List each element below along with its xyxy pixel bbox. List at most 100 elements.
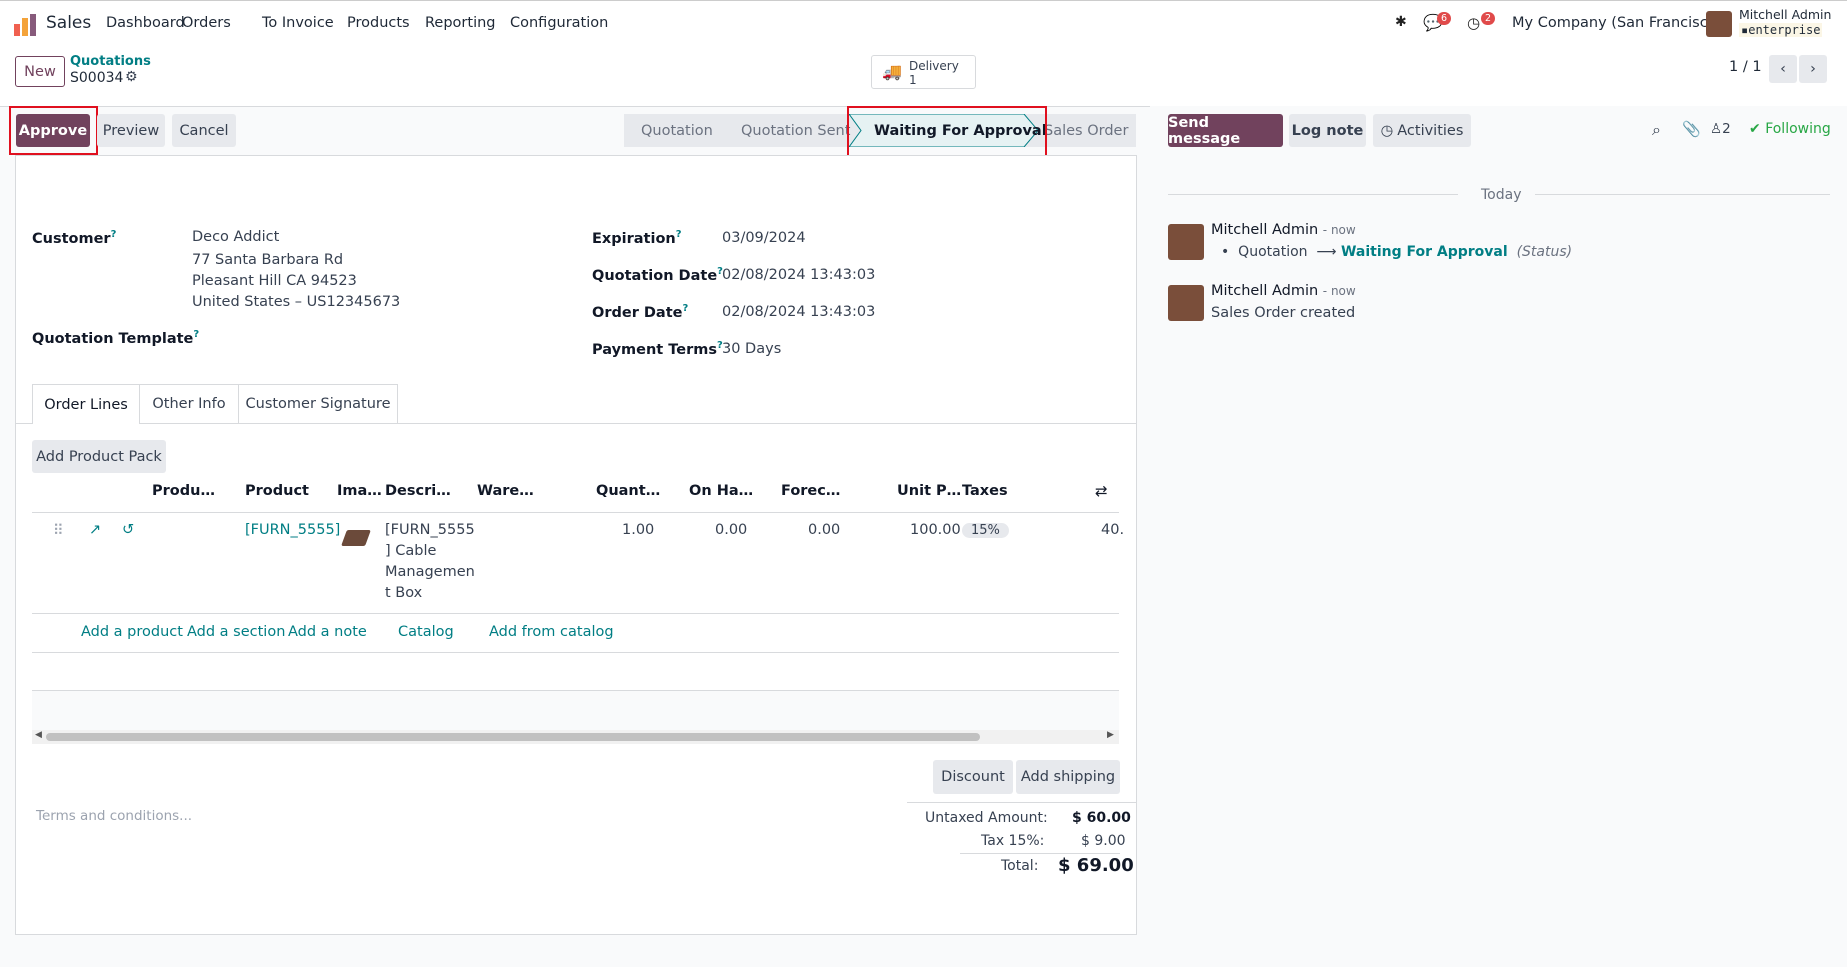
payment-terms-field[interactable]: 30 Days	[722, 341, 781, 357]
quotation-date-label: Quotation Date?	[592, 266, 723, 284]
delivery-smart-button[interactable]: 🚚 Delivery 1	[871, 55, 976, 89]
user-icon: ♙	[1710, 121, 1723, 137]
tab-customer-signature[interactable]: Customer Signature	[238, 384, 398, 423]
add-note-link[interactable]: Add a note	[288, 624, 367, 640]
log-note-button[interactable]: Log note	[1289, 114, 1366, 147]
tab-other-info[interactable]: Other Info	[139, 384, 239, 423]
col-taxes[interactable]: Taxes	[962, 483, 1008, 499]
expiration-field[interactable]: 03/09/2024	[722, 230, 806, 246]
new-button[interactable]: New	[15, 56, 65, 87]
order-date-field[interactable]: 02/08/2024 13:43:03	[722, 304, 875, 320]
user-avatar[interactable]	[1706, 11, 1732, 37]
col-unit-price[interactable]: Unit P…	[897, 483, 961, 499]
col-forecast[interactable]: Forec…	[781, 483, 840, 499]
sales-app-icon[interactable]	[14, 14, 36, 36]
tab-order-lines[interactable]: Order Lines	[32, 384, 140, 424]
app-name[interactable]: Sales	[46, 13, 91, 33]
menu-dashboard[interactable]: Dashboard	[106, 15, 185, 31]
catalog-link[interactable]: Catalog	[398, 624, 454, 640]
message-author-2[interactable]: Mitchell Admin - now	[1211, 283, 1356, 299]
date-line-right	[1535, 194, 1830, 195]
breadcrumb-quotations[interactable]: Quotations	[70, 54, 151, 69]
stage-sales-order[interactable]: Sales Order	[1044, 114, 1128, 147]
row-subtotal: 40.	[1101, 522, 1125, 538]
customer-name[interactable]: Deco Addict	[192, 229, 279, 245]
pager-next[interactable]: ›	[1799, 55, 1827, 83]
row-divider	[32, 613, 1119, 614]
row-description-4[interactable]: t Box	[385, 585, 422, 601]
scroll-left-icon[interactable]: ◀	[35, 730, 42, 740]
drag-handle-icon[interactable]: ⠿	[53, 523, 64, 539]
row-description-2[interactable]: ] Cable	[385, 543, 436, 559]
message-avatar[interactable]	[1168, 224, 1204, 260]
highlight-status	[847, 106, 1047, 161]
discount-button[interactable]: Discount	[933, 760, 1013, 794]
db-name: ▪enterprise	[1739, 23, 1823, 37]
bug-icon[interactable]: ✱	[1395, 14, 1407, 30]
menu-orders[interactable]: Orders	[182, 15, 231, 31]
col-on-hand[interactable]: On Ha…	[689, 483, 753, 499]
following-button[interactable]: ✔ Following	[1749, 121, 1831, 137]
add-product-link[interactable]: Add a product	[81, 624, 183, 640]
message-avatar-2[interactable]	[1168, 285, 1204, 321]
pager-value[interactable]: 1 / 1	[1729, 59, 1762, 75]
quotation-date-field[interactable]: 02/08/2024 13:43:03	[722, 267, 875, 283]
row-product[interactable]: [FURN_5555]	[245, 522, 340, 538]
col-product[interactable]: Product	[245, 483, 309, 499]
col-product-template[interactable]: Produ…	[152, 483, 215, 499]
col-warehouse[interactable]: Ware…	[477, 483, 534, 499]
date-separator: Today	[1481, 187, 1522, 203]
message-author[interactable]: Mitchell Admin - now	[1211, 222, 1356, 238]
col-image[interactable]: Ima…	[337, 483, 382, 499]
menu-reporting[interactable]: Reporting	[425, 15, 496, 31]
history-icon[interactable]: ↺	[122, 522, 134, 538]
scroll-right-icon[interactable]: ▶	[1107, 730, 1114, 740]
menu-configuration[interactable]: Configuration	[510, 15, 608, 31]
breadcrumb-current: S00034	[70, 70, 124, 86]
row-description-1[interactable]: [FURN_5555	[385, 522, 475, 538]
search-icon[interactable]: ⌕	[1652, 120, 1661, 140]
preview-button[interactable]: Preview	[97, 114, 165, 147]
add-section-link[interactable]: Add a section	[187, 624, 285, 640]
clock-icon[interactable]: ◷	[1467, 14, 1480, 32]
menu-to-invoice[interactable]: To Invoice	[262, 15, 334, 31]
scrollbar-thumb[interactable]	[46, 733, 980, 741]
external-link-icon[interactable]: ↗	[89, 522, 101, 538]
stage-quotation-sent[interactable]: Quotation Sent	[741, 114, 850, 147]
customer-address-2: Pleasant Hill CA 94523	[192, 273, 357, 289]
row-description-3[interactable]: Managemen	[385, 564, 475, 580]
date-line-left	[1168, 194, 1458, 195]
optional-columns-icon[interactable]: ⇄	[1095, 482, 1108, 500]
row-on-hand: 0.00	[715, 522, 748, 538]
cancel-button[interactable]: Cancel	[172, 114, 236, 147]
add-shipping-button[interactable]: Add shipping	[1016, 760, 1120, 794]
row-unit-price[interactable]: 100.00	[910, 522, 961, 538]
col-description[interactable]: Descri…	[385, 483, 451, 499]
row-tax-badge[interactable]: 15%	[962, 523, 1009, 538]
horizontal-scrollbar[interactable]: ◀ ▶	[32, 730, 1119, 744]
pager-previous[interactable]: ‹	[1769, 55, 1797, 83]
stage-quotation[interactable]: Quotation	[641, 114, 713, 147]
col-quantity[interactable]: Quant…	[596, 483, 660, 499]
total-label: Total:	[1001, 858, 1039, 874]
truck-icon: 🚚	[882, 62, 902, 81]
add-product-pack-button[interactable]: Add Product Pack	[32, 440, 166, 473]
user-name[interactable]: Mitchell Admin	[1739, 7, 1831, 22]
untaxed-value: $ 60.00	[1072, 810, 1131, 826]
menu-products[interactable]: Products	[347, 15, 410, 31]
table-footer	[32, 690, 1119, 730]
links-divider	[32, 652, 1119, 653]
terms-input[interactable]: Terms and conditions...	[36, 808, 192, 824]
gear-icon[interactable]: ⚙	[125, 69, 138, 85]
totals-divider	[907, 802, 1136, 803]
followers-button[interactable]: ♙2	[1710, 121, 1731, 137]
send-message-button[interactable]: Send message	[1168, 114, 1283, 147]
add-from-catalog-link[interactable]: Add from catalog	[489, 624, 614, 640]
row-quantity[interactable]: 1.00	[622, 522, 654, 538]
activities-label: Activities	[1397, 122, 1464, 139]
company-switcher[interactable]: My Company (San Francisco)	[1512, 15, 1722, 31]
activities-button[interactable]: ◷ Activities	[1373, 114, 1471, 147]
customer-address-1: 77 Santa Barbara Rd	[192, 252, 344, 268]
paperclip-icon[interactable]: 📎	[1682, 120, 1701, 138]
template-field[interactable]	[192, 325, 572, 349]
